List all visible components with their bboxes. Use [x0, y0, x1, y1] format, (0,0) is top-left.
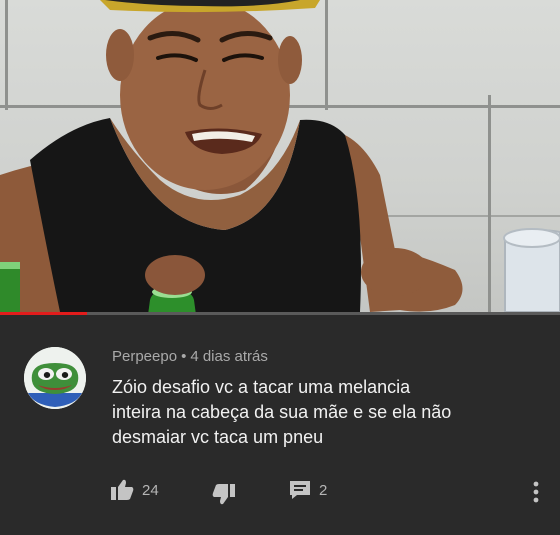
video-player[interactable]: [0, 0, 560, 315]
comment-text-line: desmaiar vc taca um pneu: [112, 427, 324, 447]
comment-meta: Perpeepo • 4 dias atrás: [112, 348, 268, 365]
comment-text-line: Zóio desafio vc a tacar uma melancia: [112, 377, 411, 397]
comment-text-line: inteira na cabeça da sua mãe e se ela nã…: [112, 402, 452, 422]
avatar[interactable]: [24, 347, 86, 409]
glass-cup: [503, 228, 560, 313]
more-vertical-icon: [533, 481, 539, 503]
more-options-button[interactable]: [532, 481, 540, 503]
comment-author[interactable]: Perpeepo: [112, 348, 177, 365]
comment-text: Zóio desafio vc a tacar uma melancia int…: [112, 375, 532, 450]
dislike-button[interactable]: [212, 483, 236, 505]
like-count: 24: [142, 481, 159, 499]
comment-actions: 24 2: [0, 475, 560, 507]
reply-count: 2: [319, 481, 328, 499]
comment-time[interactable]: 4 dias atrás: [190, 348, 268, 365]
reply-button[interactable]: 2: [289, 480, 327, 500]
pepe-frog-avatar-icon: [24, 347, 86, 409]
reply-comment-icon: [290, 481, 310, 499]
thumbs-down-icon: [212, 484, 235, 505]
thumbs-up-icon: [111, 479, 134, 500]
meta-separator: •: [181, 348, 187, 365]
video-frame-image: [0, 0, 560, 315]
comment-card: Perpeepo • 4 dias atrás Zóio desafio vc a …: [0, 315, 560, 535]
like-button[interactable]: 24: [110, 479, 159, 501]
green-bottle-left: [0, 262, 20, 315]
